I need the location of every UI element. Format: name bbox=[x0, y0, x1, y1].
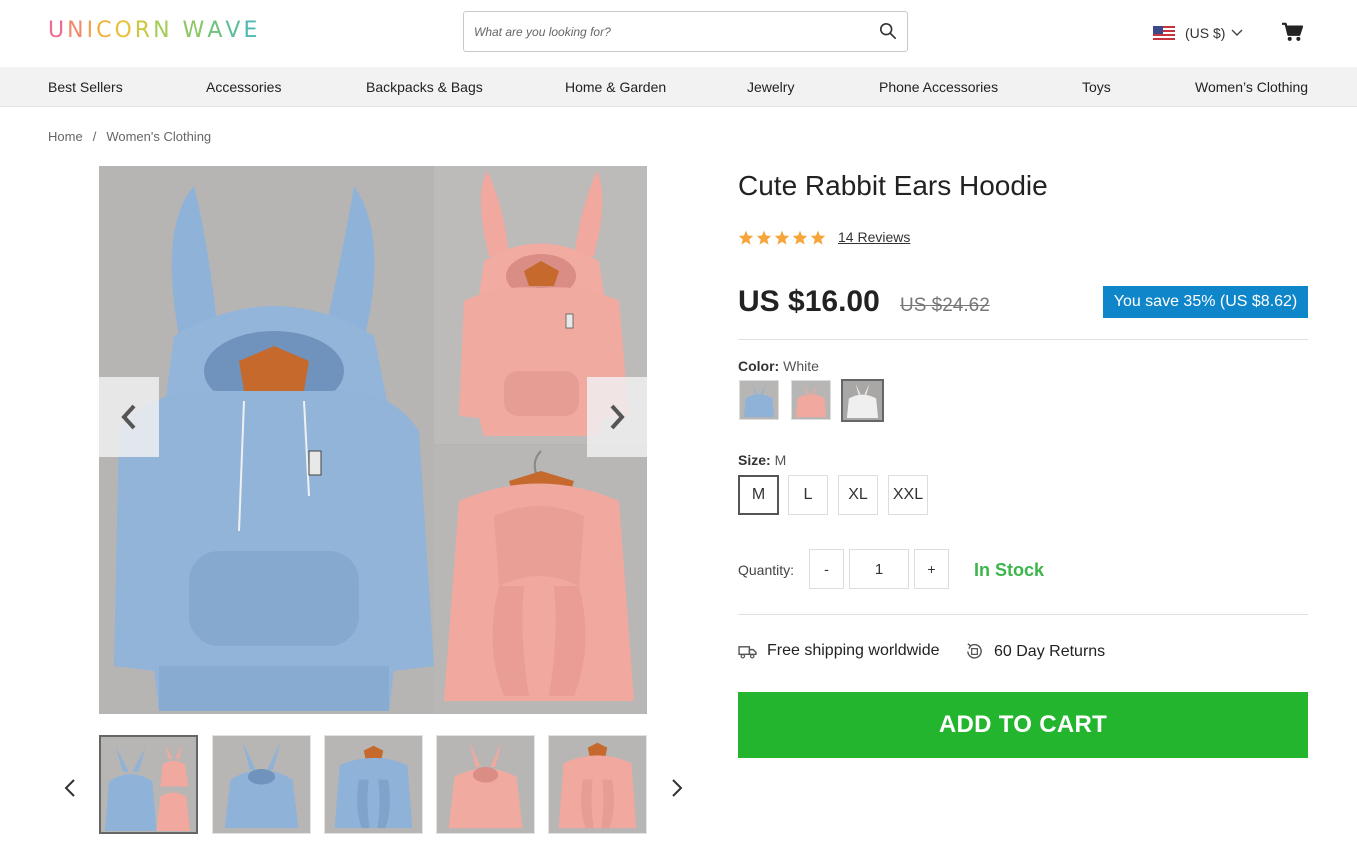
divider bbox=[738, 339, 1308, 340]
logo-letter: I bbox=[86, 18, 97, 43]
image-next-button[interactable] bbox=[587, 377, 647, 457]
chevron-right-icon bbox=[672, 779, 683, 797]
search-icon[interactable] bbox=[879, 22, 897, 40]
us-flag-icon bbox=[1153, 26, 1175, 40]
chevron-left-icon bbox=[121, 404, 136, 430]
star-icon bbox=[774, 230, 790, 245]
swatch-image bbox=[843, 381, 882, 420]
thumbnail-1[interactable] bbox=[99, 735, 198, 834]
breadcrumb-home[interactable]: Home bbox=[48, 129, 83, 144]
breadcrumb: Home / Women's Clothing bbox=[48, 129, 211, 144]
thumbs-next-button[interactable] bbox=[668, 776, 686, 800]
currency-selector[interactable]: (US $) bbox=[1153, 22, 1243, 44]
returns-perk: 60 Day Returns bbox=[965, 642, 1105, 661]
free-shipping-label: Free shipping worldwide bbox=[767, 642, 940, 659]
category-nav: Best Sellers Accessories Backpacks & Bag… bbox=[0, 67, 1357, 107]
site-logo[interactable]: UNICORN WAVE bbox=[48, 18, 260, 43]
size-button-xl[interactable]: XL bbox=[838, 475, 878, 515]
site-header: UNICORN WAVE (US $) bbox=[0, 0, 1357, 67]
chevron-right-icon bbox=[610, 404, 625, 430]
color-label: Color: bbox=[738, 358, 780, 374]
current-price: US $16.00 bbox=[738, 285, 880, 318]
thumbnail-3[interactable] bbox=[324, 735, 423, 834]
thumbnail-image bbox=[437, 736, 534, 833]
size-button-m[interactable]: M bbox=[738, 475, 779, 515]
currency-label: (US $) bbox=[1185, 25, 1226, 41]
color-swatch-blue[interactable] bbox=[739, 380, 779, 420]
quantity-input[interactable] bbox=[849, 549, 909, 589]
thumbnail-image bbox=[549, 736, 646, 833]
size-option-label: Size: M bbox=[738, 452, 786, 468]
nav-item-phone-accessories[interactable]: Phone Accessories bbox=[879, 79, 998, 95]
size-label: Size: bbox=[738, 452, 771, 468]
swatch-image bbox=[792, 381, 830, 419]
logo-letter bbox=[173, 18, 183, 43]
rating-stars bbox=[738, 230, 826, 245]
stock-status: In Stock bbox=[974, 560, 1045, 580]
logo-letter: O bbox=[114, 18, 135, 43]
nav-item-womens-clothing[interactable]: Women’s Clothing bbox=[1195, 79, 1308, 95]
chevron-down-icon bbox=[1231, 29, 1243, 36]
product-photo bbox=[99, 166, 647, 714]
search-input[interactable] bbox=[474, 12, 864, 51]
quantity-label: Quantity: bbox=[738, 562, 795, 578]
nav-item-home-garden[interactable]: Home & Garden bbox=[565, 79, 666, 95]
thumbnail-5[interactable] bbox=[548, 735, 647, 834]
nav-item-toys[interactable]: Toys bbox=[1082, 79, 1111, 95]
returns-label: 60 Day Returns bbox=[994, 642, 1106, 660]
logo-letter: A bbox=[207, 18, 226, 43]
color-swatch-white[interactable] bbox=[841, 379, 884, 422]
nav-item-accessories[interactable]: Accessories bbox=[206, 79, 281, 95]
logo-letter: R bbox=[134, 18, 154, 43]
product-main-image bbox=[99, 166, 647, 714]
star-icon bbox=[756, 230, 772, 245]
divider bbox=[738, 614, 1308, 615]
size-value: M bbox=[774, 452, 787, 468]
product-title: Cute Rabbit Ears Hoodie bbox=[738, 170, 1048, 201]
free-shipping-perk: Free shipping worldwide bbox=[738, 642, 940, 660]
thumbnail-image bbox=[213, 736, 310, 833]
logo-letter: C bbox=[96, 18, 115, 43]
search-bar bbox=[463, 11, 908, 52]
quantity-decrease-button[interactable]: - bbox=[809, 549, 844, 589]
size-button-l[interactable]: L bbox=[788, 475, 828, 515]
thumbnail-image bbox=[101, 737, 196, 832]
star-icon bbox=[792, 230, 808, 245]
thumbs-prev-button[interactable] bbox=[61, 776, 79, 800]
thumbnail-2[interactable] bbox=[212, 735, 311, 834]
quantity-increase-button[interactable]: + bbox=[914, 549, 949, 589]
logo-letter: V bbox=[225, 18, 244, 43]
logo-letter: E bbox=[243, 18, 261, 43]
chevron-left-icon bbox=[64, 779, 75, 797]
reviews-link[interactable]: 14 Reviews bbox=[838, 229, 910, 245]
truck-icon bbox=[738, 645, 757, 658]
logo-letter: W bbox=[182, 18, 208, 43]
logo-letter: N bbox=[153, 18, 173, 43]
color-swatch-pink[interactable] bbox=[791, 380, 831, 420]
logo-letter: U bbox=[48, 18, 68, 43]
color-value: White bbox=[783, 358, 819, 374]
original-price: US $24.62 bbox=[900, 295, 990, 316]
cart-icon[interactable] bbox=[1281, 22, 1303, 42]
color-option-label: Color: White bbox=[738, 358, 819, 374]
add-to-cart-button[interactable]: ADD TO CART bbox=[738, 692, 1308, 758]
size-button-xxl[interactable]: XXL bbox=[888, 475, 928, 515]
logo-letter: N bbox=[67, 18, 87, 43]
thumbnail-4[interactable] bbox=[436, 735, 535, 834]
breadcrumb-separator: / bbox=[92, 129, 97, 144]
star-icon bbox=[738, 230, 754, 245]
thumbnail-image bbox=[325, 736, 422, 833]
nav-item-backpacks-bags[interactable]: Backpacks & Bags bbox=[366, 79, 483, 95]
nav-item-best-sellers[interactable]: Best Sellers bbox=[48, 79, 123, 95]
breadcrumb-current[interactable]: Women's Clothing bbox=[106, 129, 211, 144]
savings-badge: You save 35% (US $8.62) bbox=[1103, 286, 1308, 318]
nav-item-jewelry[interactable]: Jewelry bbox=[747, 79, 794, 95]
image-prev-button[interactable] bbox=[99, 377, 159, 457]
swatch-image bbox=[740, 381, 778, 419]
returns-icon bbox=[967, 643, 982, 659]
star-icon bbox=[810, 230, 826, 245]
